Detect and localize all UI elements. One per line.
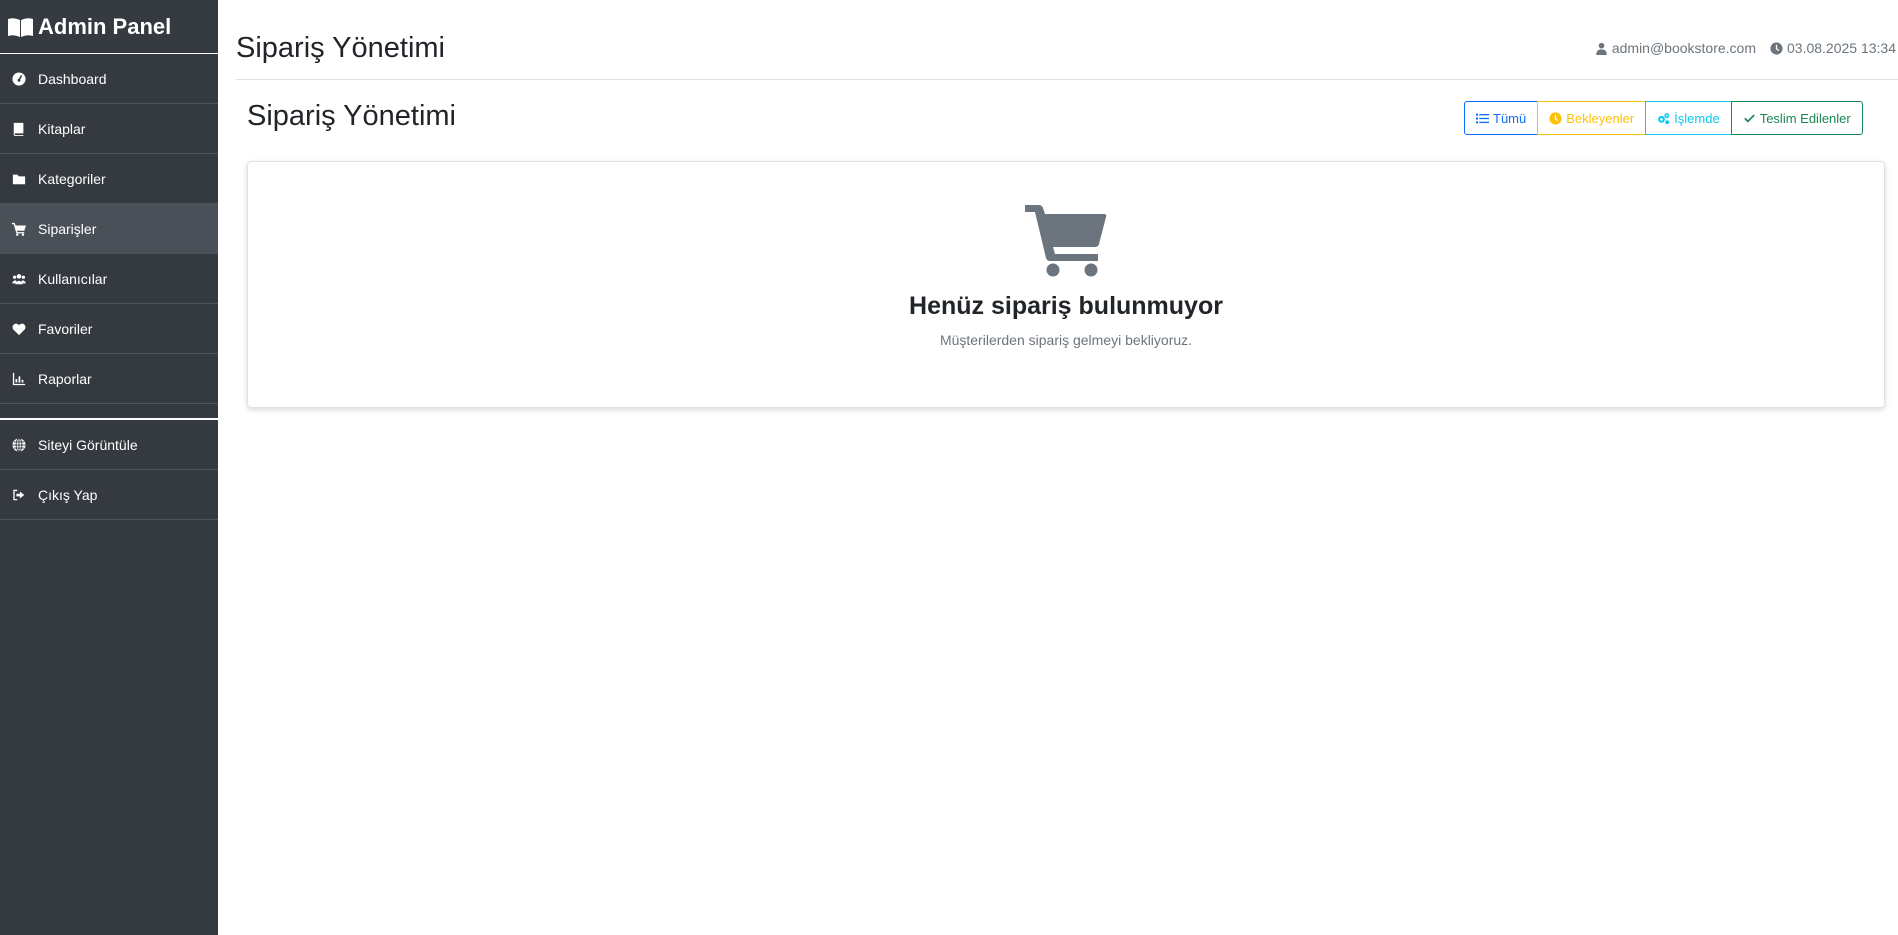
check-icon xyxy=(1743,113,1755,123)
user-icon xyxy=(1596,42,1607,55)
filter-processing-label: İşlemde xyxy=(1674,110,1720,126)
shopping-cart-icon xyxy=(1025,204,1107,277)
filter-processing-button[interactable]: İşlemde xyxy=(1645,101,1732,135)
sidebar-item-label: Favoriler xyxy=(38,320,93,337)
sidebar-item-label: Kategoriler xyxy=(38,170,106,187)
sidebar-item-label: Kullanıcılar xyxy=(38,270,108,287)
sidebar-item-label: Siteyi Görüntüle xyxy=(38,436,138,453)
empty-state-title: Henüz sipariş bulunmuyor xyxy=(909,292,1223,320)
book-icon xyxy=(11,121,27,137)
list-icon xyxy=(1476,113,1489,123)
sidebar: Admin Panel Dashboard Kitaplar Kategoril… xyxy=(0,0,218,935)
sidebar-item-label: Dashboard xyxy=(38,70,107,87)
filter-delivered-label: Teslim Edilenler xyxy=(1759,110,1851,126)
sidebar-item-siparisler[interactable]: Siparişler xyxy=(0,204,218,254)
book-open-icon xyxy=(8,17,33,37)
brand-title: Admin Panel xyxy=(38,13,172,39)
folder-icon xyxy=(11,171,27,187)
sign-out-icon xyxy=(11,487,27,503)
sidebar-item-kategoriler[interactable]: Kategoriler xyxy=(0,154,218,204)
sidebar-item-kullanicilar[interactable]: Kullanıcılar xyxy=(0,254,218,304)
heart-icon xyxy=(11,321,27,337)
filter-all-label: Tümü xyxy=(1493,110,1527,126)
sidebar-item-favoriler[interactable]: Favoriler xyxy=(0,304,218,354)
filter-pending-label: Bekleyenler xyxy=(1566,110,1635,126)
brand[interactable]: Admin Panel xyxy=(0,0,218,54)
current-datetime: 03.08.2025 13:34 xyxy=(1787,40,1896,56)
cogs-icon xyxy=(1658,112,1670,124)
sidebar-item-label: Kitaplar xyxy=(38,120,86,137)
clock-icon xyxy=(1549,111,1562,125)
gauge-icon xyxy=(11,71,27,87)
datetime-info: 03.08.2025 13:34 xyxy=(1770,40,1896,56)
sidebar-item-raporlar[interactable]: Raporlar xyxy=(0,354,218,404)
clock-icon xyxy=(1770,41,1783,55)
empty-state-subtitle: Müşterilerden sipariş gelmeyi bekliyoruz… xyxy=(939,332,1193,348)
sidebar-item-label: Siparişler xyxy=(38,220,97,237)
empty-state-card: Henüz sipariş bulunmuyor Müşterilerden s… xyxy=(247,161,1885,408)
sidebar-item-dashboard[interactable]: Dashboard xyxy=(0,54,218,104)
order-filter-group: Tümü Bekleyenler İşlemde Teslim Edilenle… xyxy=(1464,101,1863,135)
globe-icon xyxy=(11,437,27,453)
user-email: admin@bookstore.com xyxy=(1611,40,1756,56)
users-icon xyxy=(11,271,27,287)
top-header: Sipariş Yönetimi admin@bookstore.com 03.… xyxy=(236,0,1898,80)
cart-icon xyxy=(11,221,27,237)
header-meta: admin@bookstore.com 03.08.2025 13:34 xyxy=(1581,40,1896,56)
filter-pending-button[interactable]: Bekleyenler xyxy=(1537,101,1647,135)
sidebar-item-label: Raporlar xyxy=(38,370,92,387)
page-title: Sipariş Yönetimi xyxy=(247,100,457,132)
user-info: admin@bookstore.com xyxy=(1595,40,1756,56)
sidebar-item-siteyi-goruntule[interactable]: Siteyi Görüntüle xyxy=(0,420,218,470)
header-title: Sipariş Yönetimi xyxy=(236,32,446,64)
filter-delivered-button[interactable]: Teslim Edilenler xyxy=(1730,101,1863,135)
sidebar-item-cikis-yap[interactable]: Çıkış Yap xyxy=(0,470,218,520)
sidebar-item-kitaplar[interactable]: Kitaplar xyxy=(0,104,218,154)
filter-all-button[interactable]: Tümü xyxy=(1464,101,1539,135)
sidebar-item-label: Çıkış Yap xyxy=(38,486,98,503)
chart-icon xyxy=(11,371,27,387)
